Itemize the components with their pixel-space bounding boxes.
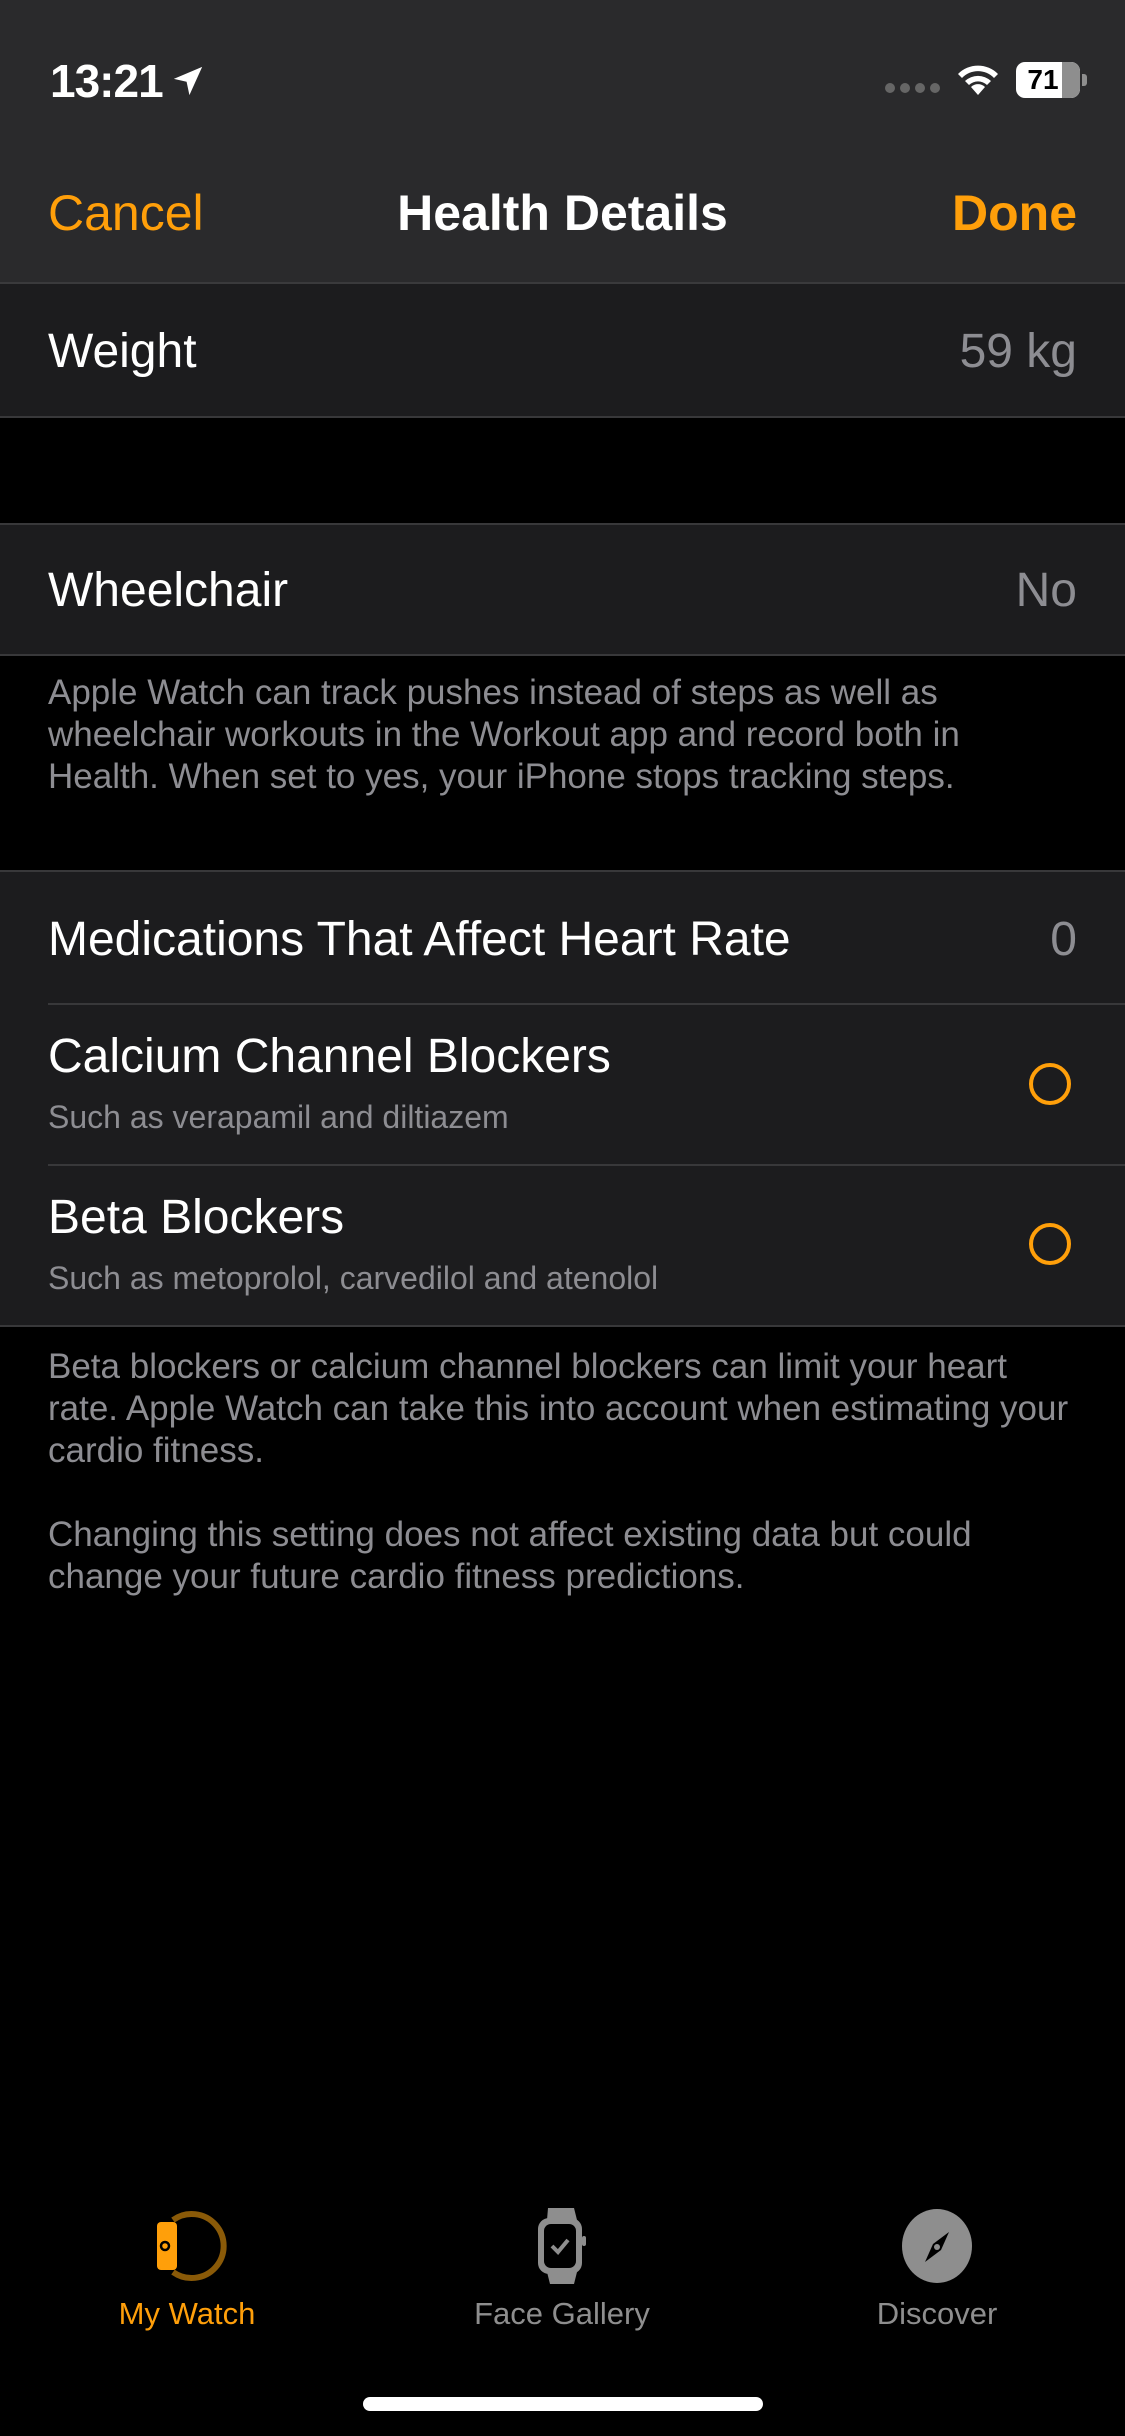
status-icons: 71 xyxy=(885,62,1087,98)
medications-header-label: Medications That Affect Heart Rate xyxy=(48,913,791,966)
status-time: 13:21 xyxy=(50,54,205,108)
beta-blockers-radio[interactable] xyxy=(1029,1223,1071,1265)
divider xyxy=(0,654,1125,656)
weight-value: 59 kg xyxy=(959,325,1077,378)
watch-side-icon xyxy=(157,2211,227,2281)
cellular-signal-icon xyxy=(885,83,940,93)
tab-face-gallery[interactable]: Face Gallery xyxy=(412,2208,712,2332)
calcium-channel-blockers-label: Calcium Channel Blockers xyxy=(48,1030,611,1083)
compass-icon xyxy=(902,2209,972,2283)
beta-blockers-row[interactable]: Beta Blockers Such as metoprolol, carved… xyxy=(0,1166,1125,1326)
tab-my-watch[interactable]: My Watch xyxy=(37,2208,337,2332)
tab-discover-label: Discover xyxy=(876,2296,998,2331)
tab-my-watch-label: My Watch xyxy=(118,2296,256,2331)
wifi-icon xyxy=(958,65,998,95)
calcium-channel-blockers-subtitle: Such as verapamil and diltiazem xyxy=(48,1099,509,1135)
tab-face-gallery-label: Face Gallery xyxy=(474,2296,650,2331)
watch-face-icon xyxy=(538,2208,586,2284)
calcium-channel-blockers-radio[interactable] xyxy=(1029,1063,1071,1105)
wheelchair-label: Wheelchair xyxy=(48,564,289,617)
divider xyxy=(0,416,1125,418)
battery-icon: 71 xyxy=(1016,62,1080,98)
medications-count: 0 xyxy=(1050,913,1077,966)
navigation-header: 13:21 71 Cancel Health Details Done xyxy=(0,0,1125,282)
medications-footer-2: Changing this setting does not affect ex… xyxy=(48,1515,972,1596)
wheelchair-footer: Apple Watch can track pushes instead of … xyxy=(48,673,960,796)
divider xyxy=(0,1325,1125,1327)
beta-blockers-subtitle: Such as metoprolol, carvedilol and ateno… xyxy=(48,1260,659,1296)
beta-blockers-label: Beta Blockers xyxy=(48,1191,345,1244)
done-button[interactable]: Done xyxy=(952,184,1077,242)
battery-level: 71 xyxy=(1027,64,1059,95)
header-divider xyxy=(0,282,1125,284)
wheelchair-value: No xyxy=(1015,564,1077,617)
calcium-channel-blockers-row[interactable]: Calcium Channel Blockers Such as verapam… xyxy=(0,1005,1125,1164)
tab-discover[interactable]: Discover xyxy=(787,2208,1087,2332)
location-arrow-icon xyxy=(173,66,202,96)
time-text: 13:21 xyxy=(50,55,164,107)
weight-row[interactable]: Weight 59 kg xyxy=(0,284,1125,417)
weight-label: Weight xyxy=(48,325,197,378)
home-indicator[interactable] xyxy=(363,2397,763,2411)
medications-footer-1: Beta blockers or calcium channel blocker… xyxy=(48,1347,1069,1470)
wheelchair-row[interactable]: Wheelchair No xyxy=(0,525,1125,655)
